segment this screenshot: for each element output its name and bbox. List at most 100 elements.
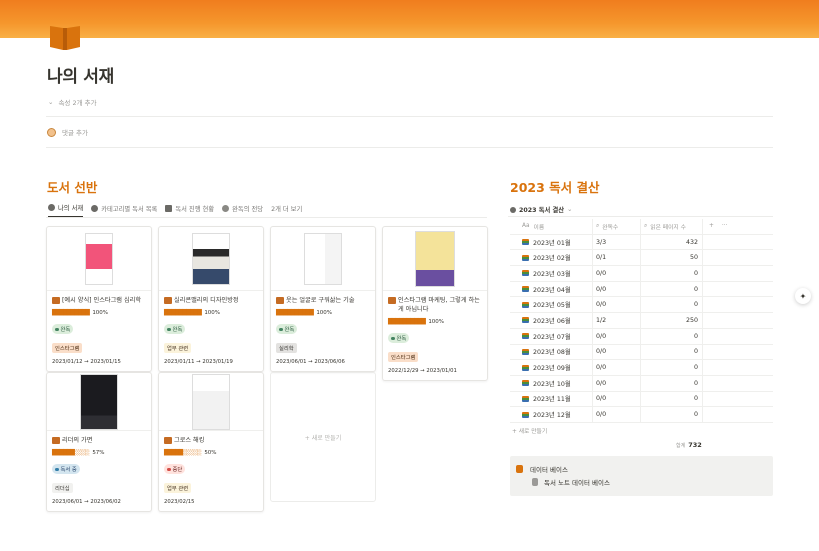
- database-link[interactable]: 독서 노트 데이터 베이스: [532, 477, 610, 487]
- board-icon: [165, 204, 173, 212]
- page-title[interactable]: 나의 서재: [47, 62, 114, 87]
- table-row[interactable]: 2023년 05월 0/0 0: [510, 297, 773, 314]
- tab-progress[interactable]: 독서 진행 현황: [165, 204, 214, 217]
- month-name: 2023년 08월: [533, 349, 571, 357]
- month-name: 2023년 09월: [533, 365, 571, 373]
- month-cell[interactable]: 2023년 10월: [510, 375, 593, 391]
- done-cell[interactable]: 0/0: [593, 391, 641, 407]
- pages-cell[interactable]: 50: [641, 250, 703, 266]
- pages-cell[interactable]: 0: [641, 297, 703, 313]
- done-cell[interactable]: 0/0: [593, 297, 641, 313]
- pages-cell[interactable]: 0: [641, 391, 703, 407]
- database-callout: 데이터 베이스 독서 노트 데이터 베이스: [510, 456, 773, 496]
- text-icon: Aa: [522, 223, 530, 230]
- month-cell[interactable]: 2023년 04월: [510, 281, 593, 297]
- pages-cell[interactable]: 250: [641, 313, 703, 328]
- tab-my-library[interactable]: 나의 서재: [48, 203, 84, 217]
- open-book-icon[interactable]: [49, 22, 81, 52]
- month-cell[interactable]: 2023년 01월: [510, 234, 593, 250]
- table-row[interactable]: 2023년 08월 0/0 0: [510, 344, 773, 361]
- progress-value: 100%: [204, 310, 221, 316]
- pages-cell[interactable]: 0: [641, 360, 703, 375]
- book-cover: [47, 227, 151, 291]
- done-cell[interactable]: 1/2: [593, 313, 641, 328]
- table-row[interactable]: 2023년 12월 0/0 0: [510, 407, 773, 423]
- tab-hall-of-fame[interactable]: 완독의 전당: [222, 204, 263, 217]
- month-name: 2023년 04월: [533, 286, 571, 294]
- new-card-button[interactable]: + 새로 만들기: [270, 372, 376, 502]
- book-title: 인스타그램 마케팅, 그렇게 하는 게 아닙니다: [398, 297, 480, 313]
- shelf-title: 도서 선반: [47, 180, 98, 195]
- pages-cell[interactable]: 0: [641, 266, 703, 281]
- column-header-name[interactable]: Aa 이름: [510, 219, 593, 234]
- done-cell[interactable]: 0/0: [593, 407, 641, 422]
- table-row[interactable]: 2023년 03월 0/0 0: [510, 266, 773, 282]
- book-card[interactable]: [예시 양식] 인스타그램 심리학 ██████████ 100% 완독 인스타그…: [46, 226, 152, 372]
- tab-category-list[interactable]: 카테고리별 독서 목록: [91, 204, 157, 217]
- tab-more[interactable]: 2개 더 보기: [271, 204, 302, 217]
- book-title: 실리콘밸리의 디자인방정: [174, 297, 239, 304]
- pages-cell[interactable]: 0: [641, 375, 703, 391]
- view-icon: [48, 204, 55, 211]
- status-badge: 완독: [388, 333, 410, 343]
- comment-input[interactable]: 댓글 추가: [47, 127, 88, 137]
- table-row[interactable]: 2023년 01월 3/3 432: [510, 234, 773, 251]
- progress-value: 57%: [92, 450, 105, 456]
- books-icon: [522, 301, 529, 308]
- done-cell[interactable]: 0/0: [593, 375, 641, 391]
- pages-cell[interactable]: 432: [641, 234, 703, 250]
- month-cell[interactable]: 2023년 02월: [510, 250, 593, 266]
- table-header: Aa 이름 ⌕ 완독수 ⌕ 읽은 페이지 수 + ···: [510, 219, 773, 235]
- pages-cell[interactable]: 0: [641, 281, 703, 297]
- month-cell[interactable]: 2023년 05월: [510, 297, 593, 313]
- done-cell[interactable]: 0/0: [593, 344, 641, 360]
- add-column-button[interactable]: + ···: [703, 223, 727, 229]
- done-cell[interactable]: 0/0: [593, 328, 641, 344]
- table-row[interactable]: 2023년 02월 0/1 50: [510, 250, 773, 267]
- done-cell[interactable]: 3/3: [593, 234, 641, 250]
- book-title: [예시 양식] 인스타그램 심리학: [62, 297, 142, 304]
- table-row[interactable]: 2023년 09월 0/0 0: [510, 360, 773, 376]
- month-cell[interactable]: 2023년 11월: [510, 391, 593, 407]
- category-tag: 업무 관련: [164, 483, 192, 493]
- month-cell[interactable]: 2023년 06월: [510, 313, 593, 328]
- book-card[interactable]: 인스타그램 마케팅, 그렇게 하는 게 아닙니다 ██████████ 100% …: [382, 226, 488, 381]
- table-row[interactable]: 2023년 10월 0/0 0: [510, 375, 773, 392]
- book-cover: [383, 227, 487, 291]
- properties-toggle[interactable]: ⌄ 속성 2개 추가: [48, 97, 97, 107]
- pages-cell[interactable]: 0: [641, 407, 703, 422]
- book-card[interactable]: 웃는 얼굴로 구워삶는 기술 ██████████ 100% 완독 실리학 202…: [270, 226, 376, 372]
- pages-cell[interactable]: 0: [641, 344, 703, 360]
- reading-dates: 2022/12/29 → 2023/01/01: [388, 368, 457, 374]
- book-card[interactable]: 실리콘밸리의 디자인방정 ██████████ 100% 완독 업무 관련 202…: [158, 226, 264, 372]
- status-badge: 완독: [276, 324, 298, 334]
- table-row[interactable]: 2023년 07월 0/0 0: [510, 328, 773, 345]
- more-icon: ···: [721, 223, 728, 230]
- month-cell[interactable]: 2023년 08월: [510, 344, 593, 360]
- table-row[interactable]: 2023년 11월 0/0 0: [510, 391, 773, 408]
- month-cell[interactable]: 2023년 07월: [510, 328, 593, 344]
- book-card[interactable]: 리더의 가면 ██████░░░░ 57% 독서 중 리더십 2023/06/01…: [46, 372, 152, 512]
- table-row[interactable]: 2023년 04월 0/0 0: [510, 281, 773, 298]
- tab-summary[interactable]: 2023 독서 결산 ⌄: [510, 205, 572, 214]
- done-cell[interactable]: 0/0: [593, 281, 641, 297]
- ai-assist-button[interactable]: ✦: [795, 288, 811, 304]
- month-cell[interactable]: 2023년 09월: [510, 360, 593, 375]
- month-cell[interactable]: 2023년 12월: [510, 407, 593, 422]
- done-cell[interactable]: 0/0: [593, 266, 641, 281]
- books-icon: [522, 317, 529, 324]
- done-cell[interactable]: 0/0: [593, 360, 641, 375]
- sum-value: 732: [688, 441, 702, 449]
- pages-cell[interactable]: 0: [641, 328, 703, 344]
- month-name: 2023년 10월: [533, 380, 571, 388]
- column-header-pages[interactable]: ⌕ 읽은 페이지 수: [641, 219, 703, 234]
- page-cover-banner[interactable]: [0, 0, 819, 38]
- done-cell[interactable]: 0/1: [593, 250, 641, 266]
- new-row-button[interactable]: + 새로 만들기: [512, 426, 547, 435]
- table-row[interactable]: 2023년 06월 1/2 250: [510, 313, 773, 329]
- progress-value: 50%: [204, 450, 217, 456]
- month-cell[interactable]: 2023년 03월: [510, 266, 593, 281]
- shelf-tabs: 나의 서재 카테고리별 독서 목록 독서 진행 현황 완독의 전당 2개 더 보…: [48, 203, 302, 217]
- column-header-done[interactable]: ⌕ 완독수: [593, 219, 641, 234]
- book-card[interactable]: 그로스 해킹 █████░░░░░ 50% 중단 업무 관련 2023/02/15: [158, 372, 264, 512]
